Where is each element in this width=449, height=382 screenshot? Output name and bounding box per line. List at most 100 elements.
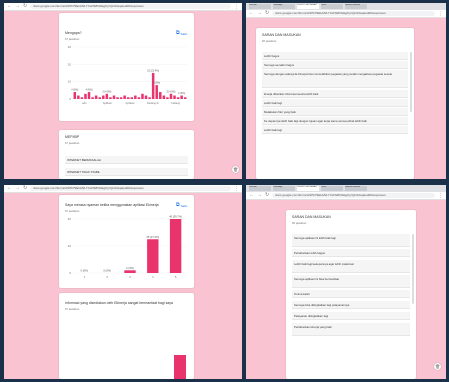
list-item: Semoga bisa ditingkatkan lagi pelayanann… (292, 301, 410, 309)
chart-bar (109, 97, 112, 99)
tab-beranda[interactable]: Beranda (249, 186, 271, 191)
browser-menu-icon[interactable]: ⋮ (234, 186, 239, 192)
screenshot-panel-bottom-right: Beranda WhatsApp SURVEY KEPUASAN Gmail A… (246, 185, 446, 379)
browser-toolbar: ← → ↻ docs.google.com/forms/d/1Pb79EHsN1… (4, 3, 242, 11)
y-tick-label: 10 (68, 80, 72, 84)
screenshot-panel-top-left: ← → ↻ docs.google.com/forms/d/1Pb79EHsN1… (4, 3, 242, 179)
data-label: 2 (3%) (126, 266, 134, 270)
x-tick-label: Kadang di (147, 101, 159, 105)
list-item: Lebih baik lagi kedepannya agar lebih ma… (292, 260, 410, 273)
list-item: Lebih bagus (262, 52, 408, 60)
address-bar[interactable]: docs.google.com/forms/d/1Pb79EHsN1YCsNWF… (30, 186, 231, 191)
forward-icon[interactable]: → (257, 193, 262, 198)
reload-icon[interactable]: ↻ (265, 11, 269, 16)
trash-icon[interactable]: 🗑 (434, 363, 441, 370)
chart-bar (144, 95, 148, 99)
tab-beranda[interactable]: Beranda (249, 4, 271, 9)
chart-bar (169, 219, 182, 273)
response-count: 66 jawaban (262, 39, 277, 43)
bar-chart: 0 10 20 30 4 (6%) 4 (6%) 3 (4.5%) 15 (22.4%) 4 (… (68, 45, 187, 105)
list-item: INTERNET TIDAK STABIL (65, 168, 188, 176)
browser-toolbar: ← → ↻ docs.google.com/forms/d/1Pb79EHsN1… (246, 192, 446, 200)
back-icon[interactable]: ← (249, 193, 254, 198)
forward-icon[interactable]: → (257, 11, 262, 16)
response-count: 66 jawaban (292, 221, 307, 225)
address-bar[interactable]: docs.google.com/forms/d/1Pb79EHsN1YCsNWF… (272, 193, 435, 198)
copy-button[interactable]: ⧉ Salin (176, 31, 187, 36)
chart-bar (116, 97, 119, 99)
chart-bar (176, 97, 180, 99)
chart-bar (151, 73, 155, 99)
list-item: INTERNET BERMASALAH (65, 156, 188, 164)
chart-bar (77, 95, 80, 99)
responses-card: SARAN DAN MASUKAN 66 jawaban Lebih bagus… (256, 28, 414, 179)
y-tick-label: 20 (68, 62, 72, 66)
tab-gmail[interactable]: Gmail (321, 186, 343, 191)
chart-bar (102, 95, 105, 99)
data-label: 4 (6%) (71, 89, 78, 92)
back-icon[interactable]: ← (7, 4, 12, 9)
scrollbar[interactable] (412, 234, 414, 304)
chart-bar (169, 93, 173, 99)
tab-aplikasi[interactable]: Aplikasi Beranda (345, 4, 367, 9)
back-icon[interactable]: ← (7, 186, 12, 191)
x-tick-label: 5 (175, 275, 177, 279)
reload-icon[interactable]: ↻ (23, 186, 27, 191)
chart-card: Saya merasa nyaman ketika menggunakan ap… (59, 195, 194, 288)
copy-label: Salin (180, 203, 188, 208)
reload-icon[interactable]: ↻ (23, 4, 27, 9)
x-tick-label: Aplikasi (126, 101, 135, 105)
chart-bar (124, 270, 136, 273)
back-icon[interactable]: ← (249, 11, 254, 16)
reload-icon[interactable]: ↻ (265, 193, 269, 198)
question-title: Saya merasa nyaman ketika menggunakan ap… (65, 203, 159, 207)
copy-icon: ⧉ (176, 30, 180, 36)
list-item: Pertahankan lebih bagus (292, 249, 410, 257)
list-card: MEP/IBP 67 jawaban INTERNET BERMASALAH I… (59, 130, 194, 179)
chart-bar (162, 95, 166, 99)
chart-bar (137, 97, 141, 99)
scrollbar[interactable] (410, 52, 412, 112)
tab-survey[interactable]: SURVEY KEPUASAN (297, 4, 319, 9)
list-item: Pertahankan kinerja yang baik (292, 323, 410, 336)
next-question-card: Informasi yang disediakan oleh Ekinerja … (59, 293, 194, 379)
tab-whatsapp[interactable]: WhatsApp (273, 186, 295, 191)
browser-menu-icon[interactable]: ⋮ (438, 11, 443, 17)
copy-label: Salin (180, 31, 188, 36)
x-tick-label: ado (82, 101, 87, 105)
y-tick-label: 0 (69, 97, 71, 101)
address-bar[interactable]: docs.google.com/forms/d/1Pb79EHsN1YCsNWF… (272, 11, 435, 16)
list-title: MEP/IBP (65, 135, 80, 139)
y-tick-label: 20 (68, 244, 72, 248)
chart-bar (155, 85, 158, 99)
forward-icon[interactable]: → (15, 186, 20, 191)
chart-bar (183, 97, 187, 99)
chart-bar (73, 92, 77, 99)
tab-gmail[interactable]: Gmail (321, 4, 343, 9)
tab-aplikasi[interactable]: Aplikasi Beranda (345, 186, 367, 191)
forward-icon[interactable]: → (15, 4, 20, 9)
browser-menu-icon[interactable]: ⋮ (234, 4, 239, 10)
list-item: Semoga aplikasi ini lebih baik lagi (292, 234, 410, 247)
chart-bar (147, 239, 159, 273)
chart-bar (134, 95, 137, 99)
data-label: 2 (3%) (178, 92, 185, 95)
response-count: 67 jawaban (65, 209, 80, 213)
trash-icon[interactable]: 🗑 (232, 166, 239, 173)
address-bar[interactable]: docs.google.com/forms/d/1Pb79EHsN1YCsNWF… (30, 4, 231, 9)
chart-bar (148, 97, 151, 99)
browser-toolbar: ← → ↻ docs.google.com/forms/d/1Pb79EHsN1… (4, 185, 242, 193)
screenshot-panel-top-right: Beranda WhatsApp SURVEY KEPUASAN Gmail A… (246, 3, 446, 179)
chart-bar (84, 93, 87, 99)
list-item: kinerja diberikan informasi secara lebih… (262, 90, 408, 98)
chart-bar (80, 97, 84, 99)
bar-chart: 0 20 40 0 (0%) 1 0 (0%) 2 2 (3%) 3 25 (37.3%) 4 40 … (68, 215, 187, 279)
tab-whatsapp[interactable]: WhatsApp (273, 4, 295, 9)
browser-tabs: Beranda WhatsApp SURVEY KEPUASAN Gmail A… (246, 3, 446, 10)
list-item: Lebih baik lagi (262, 99, 408, 107)
browser-menu-icon[interactable]: ⋮ (438, 193, 443, 199)
tab-survey[interactable]: SURVEY KEPUASAN (297, 186, 319, 191)
copy-button[interactable]: ⧉ Salin (176, 203, 187, 208)
question-title: SARAN DAN MASUKAN (262, 33, 301, 37)
copy-icon: ⧉ (176, 202, 180, 208)
